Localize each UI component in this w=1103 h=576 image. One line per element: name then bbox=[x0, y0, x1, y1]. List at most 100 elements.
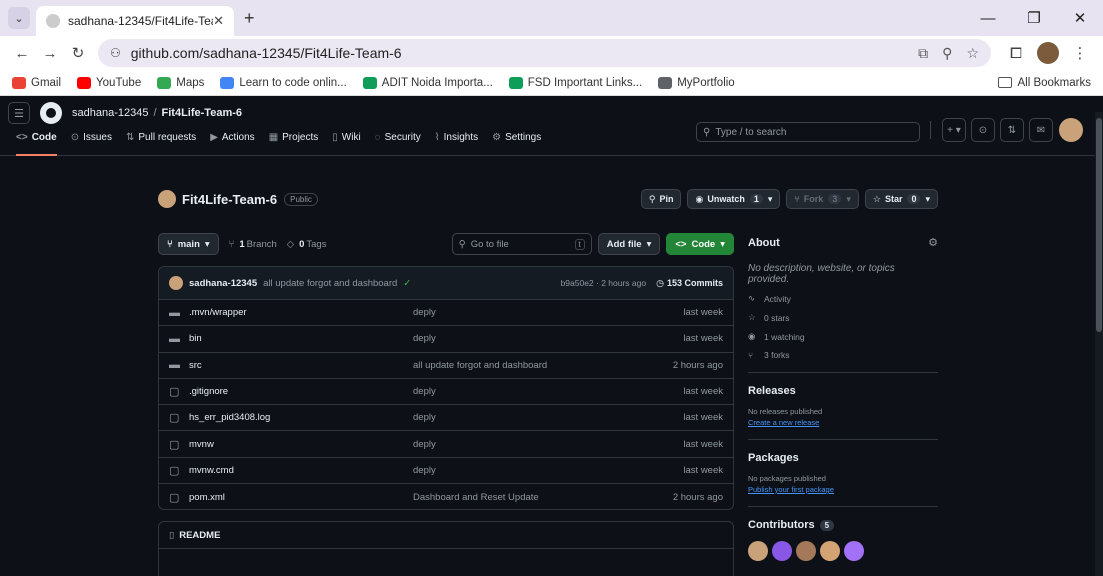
reload-icon[interactable]: ↻ bbox=[64, 44, 92, 62]
bookmark-star-icon[interactable]: ☆ bbox=[966, 45, 979, 62]
scrollbar-thumb[interactable] bbox=[1096, 118, 1102, 332]
file-commit-message[interactable]: deply bbox=[413, 465, 683, 476]
close-window-icon[interactable]: ✕ bbox=[1057, 0, 1103, 36]
packages-heading[interactable]: Packages bbox=[748, 452, 938, 464]
file-commit-message[interactable]: Dashboard and Reset Update bbox=[413, 492, 673, 503]
star-button[interactable]: ☆ Star 0 ▾ bbox=[864, 189, 938, 209]
page-scrollbar[interactable] bbox=[1095, 112, 1103, 576]
file-name[interactable]: bin bbox=[189, 333, 413, 344]
file-commit-message[interactable]: deply bbox=[413, 333, 683, 344]
file-commit-message[interactable]: deply bbox=[413, 307, 683, 318]
bookmark-favicon-icon bbox=[362, 76, 377, 89]
browser-tab[interactable]: sadhana-12345/Fit4Life-Team-6 ✕ bbox=[36, 6, 234, 36]
gear-icon[interactable]: ⚙ bbox=[928, 236, 938, 249]
restore-icon[interactable]: ❐ bbox=[1011, 0, 1057, 36]
commit-author-avatar[interactable] bbox=[169, 276, 183, 290]
address-bar[interactable]: ⚇ github.com/sadhana-12345/Fit4Life-Team… bbox=[98, 39, 991, 67]
tab-issues[interactable]: ⊙ Issues bbox=[71, 130, 112, 156]
all-bookmarks[interactable]: All Bookmarks bbox=[997, 77, 1091, 89]
tab-close-icon[interactable]: ✕ bbox=[213, 13, 224, 29]
bookmark-item[interactable]: Learn to code onlin... bbox=[220, 76, 347, 89]
bookmark-item[interactable]: MyPortfolio bbox=[658, 76, 735, 89]
publish-package-link[interactable]: Publish your first package bbox=[748, 485, 938, 494]
user-avatar[interactable] bbox=[1059, 118, 1083, 142]
bookmark-item[interactable]: ADIT Noida Importa... bbox=[362, 76, 493, 89]
add-file-button[interactable]: Add file ▾ bbox=[597, 233, 661, 255]
contributor-avatar[interactable] bbox=[796, 541, 816, 561]
contributor-avatar[interactable] bbox=[772, 541, 792, 561]
file-name[interactable]: mvnw.cmd bbox=[189, 465, 413, 476]
owner-avatar[interactable] bbox=[158, 190, 176, 208]
bookmark-item[interactable]: YouTube bbox=[77, 76, 141, 89]
breadcrumb-owner[interactable]: sadhana-12345 bbox=[72, 107, 148, 119]
releases-heading[interactable]: Releases bbox=[748, 385, 938, 397]
activity-link[interactable]: ∿ Activity bbox=[748, 293, 938, 304]
code-button[interactable]: <> Code ▾ bbox=[666, 233, 734, 255]
tab-settings[interactable]: ⚙ Settings bbox=[492, 130, 541, 156]
file-name[interactable]: pom.xml bbox=[189, 492, 413, 503]
contributor-avatar[interactable] bbox=[748, 541, 768, 561]
tab-search-chevron-icon[interactable]: ⌄ bbox=[8, 7, 30, 29]
readme-header[interactable]: ▯ README bbox=[159, 522, 733, 549]
forward-arrow-icon[interactable]: → bbox=[36, 45, 64, 62]
file-commit-message[interactable]: all update forgot and dashboard bbox=[413, 360, 673, 371]
contributor-avatar[interactable] bbox=[844, 541, 864, 561]
bookmark-item[interactable]: Maps bbox=[157, 76, 204, 89]
file-name[interactable]: src bbox=[189, 360, 413, 371]
issues-icon[interactable]: ⊙ bbox=[971, 118, 995, 142]
branches-label: Branch bbox=[246, 238, 277, 250]
tab-security[interactable]: ◌ Security bbox=[375, 130, 421, 156]
create-new-button[interactable]: + ▾ bbox=[942, 118, 966, 142]
tab-insights[interactable]: ⌇ Insights bbox=[435, 130, 478, 156]
url-text[interactable]: github.com/sadhana-12345/Fit4Life-Team-6 bbox=[131, 45, 402, 61]
commit-meta[interactable]: b9a50e2 · 2 hours ago bbox=[561, 278, 647, 288]
pin-button[interactable]: ⚲ Pin bbox=[640, 189, 682, 209]
go-to-file-input[interactable]: ⚲ Go to file t bbox=[451, 233, 592, 255]
github-logo-icon[interactable] bbox=[40, 102, 62, 124]
bookmark-item[interactable]: Gmail bbox=[12, 76, 61, 89]
profile-avatar[interactable] bbox=[1037, 42, 1059, 64]
check-icon[interactable]: ✓ bbox=[403, 278, 411, 289]
file-name[interactable]: mvnw bbox=[189, 439, 413, 450]
github-search-input[interactable]: ⚲ Type / to search bbox=[696, 122, 920, 142]
file-commit-message[interactable]: deply bbox=[413, 386, 683, 397]
stars-link[interactable]: ☆ 0 stars bbox=[748, 312, 938, 323]
branch-selector[interactable]: ⑂ main ▾ bbox=[158, 233, 219, 255]
branches-link[interactable]: ⑂ 1 Branch bbox=[229, 239, 277, 250]
tab-actions[interactable]: ▶ Actions bbox=[210, 130, 255, 156]
file-commit-message[interactable]: deply bbox=[413, 412, 683, 423]
breadcrumb-repo[interactable]: Fit4Life-Team-6 bbox=[162, 107, 242, 119]
tags-link[interactable]: ◇ 0 Tags bbox=[287, 239, 327, 250]
browser-menu-icon[interactable]: ⋮ bbox=[1065, 44, 1095, 62]
zoom-icon[interactable]: ⚲ bbox=[942, 45, 952, 62]
extensions-icon[interactable]: ⧠ bbox=[1001, 45, 1031, 62]
file-commit-message[interactable]: deply bbox=[413, 439, 683, 450]
tab-code[interactable]: <> Code bbox=[16, 130, 57, 156]
tab-wiki[interactable]: ▯ Wiki bbox=[332, 130, 360, 156]
file-name[interactable]: .mvn/wrapper bbox=[189, 307, 413, 318]
new-tab-button[interactable]: + bbox=[244, 8, 255, 29]
install-app-icon[interactable]: ⧉ bbox=[918, 45, 928, 62]
tab-pull-requests[interactable]: ⇅ Pull requests bbox=[126, 130, 196, 156]
commit-author[interactable]: sadhana-12345 bbox=[189, 278, 257, 289]
file-name[interactable]: hs_err_pid3408.log bbox=[189, 412, 413, 423]
contributor-avatar[interactable] bbox=[820, 541, 840, 561]
unwatch-button[interactable]: ◉ Unwatch 1 ▾ bbox=[687, 189, 781, 209]
create-release-link[interactable]: Create a new release bbox=[748, 418, 938, 427]
contributors-heading[interactable]: Contributors 5 bbox=[748, 519, 938, 531]
file-name[interactable]: .gitignore bbox=[189, 386, 413, 397]
site-info-icon[interactable]: ⚇ bbox=[110, 46, 121, 60]
commits-link[interactable]: ◷ 153 Commits bbox=[656, 278, 723, 289]
forks-link[interactable]: ⑂ 3 forks bbox=[748, 350, 938, 360]
repo-title[interactable]: Fit4Life-Team-6 bbox=[182, 192, 277, 207]
bookmark-item[interactable]: FSD Important Links... bbox=[508, 76, 642, 89]
pull-requests-icon[interactable]: ⇅ bbox=[1000, 118, 1024, 142]
inbox-icon[interactable]: ✉ bbox=[1029, 118, 1053, 142]
back-arrow-icon[interactable]: ← bbox=[8, 45, 36, 62]
watching-link[interactable]: ◉ 1 watching bbox=[748, 331, 938, 342]
hamburger-menu-icon[interactable]: ☰ bbox=[8, 102, 30, 124]
commit-message[interactable]: all update forgot and dashboard bbox=[263, 278, 397, 289]
fork-button[interactable]: ⑂ Fork 3 ▾ bbox=[786, 189, 859, 209]
minimize-icon[interactable]: — bbox=[965, 0, 1011, 36]
tab-projects[interactable]: ▦ Projects bbox=[269, 130, 319, 156]
